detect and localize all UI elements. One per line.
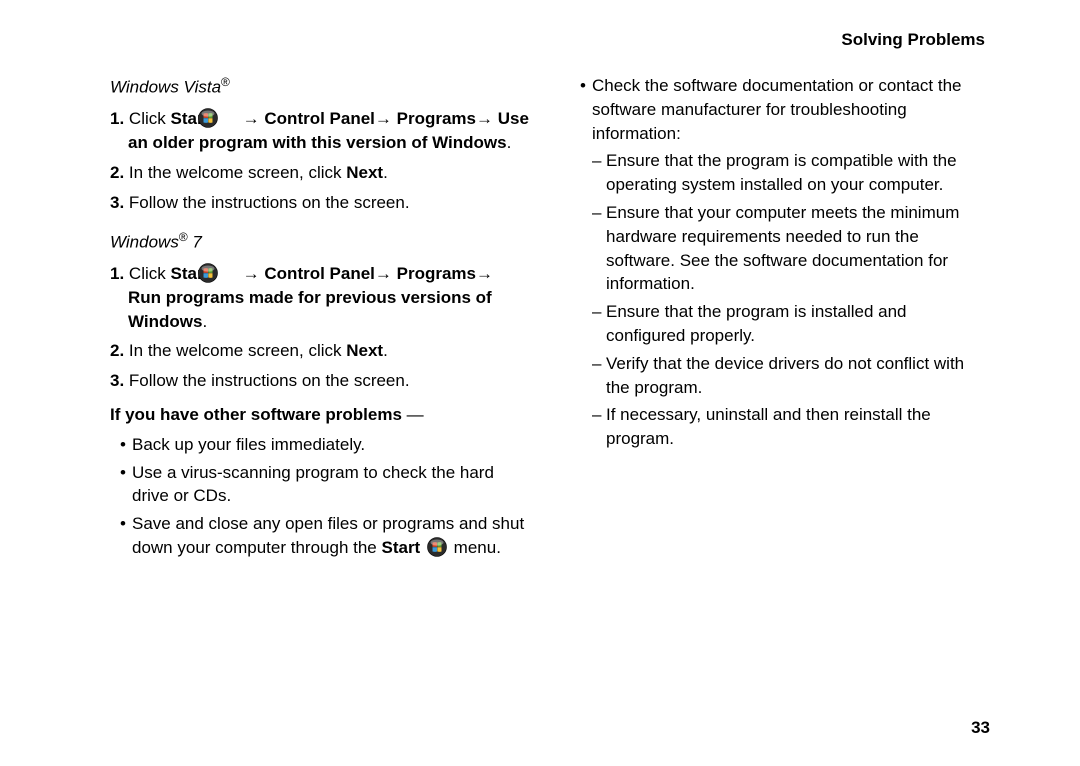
period: . [507, 133, 512, 152]
page-header: Solving Problems [110, 30, 990, 50]
step-number: 1. [110, 109, 124, 128]
vista-step-3: 3. Follow the instructions on the screen… [110, 191, 530, 215]
dash-mark: – [592, 403, 606, 451]
other-dash: — [402, 405, 424, 424]
registered-mark: ® [221, 75, 230, 89]
other-problems-lead: If you have other software problems — [110, 403, 530, 427]
period: . [383, 341, 388, 360]
dash-item: – Verify that the device drivers do not … [570, 352, 990, 400]
step-number: 2. [110, 163, 124, 182]
bullet-dot: • [120, 512, 132, 560]
vista-heading-text: Windows Vista [110, 78, 221, 97]
bullet-item: • Save and close any open files or progr… [110, 512, 530, 560]
dash-item: – Ensure that the program is compatible … [570, 149, 990, 197]
other-lead-text: If you have other software problems [110, 405, 402, 424]
dash-text: Ensure that the program is installed and… [606, 300, 990, 348]
bullet-item: • Check the software documentation or co… [570, 74, 990, 145]
step-number: 3. [110, 371, 124, 390]
dash-text: Verify that the device drivers do not co… [606, 352, 990, 400]
step-number: 1. [110, 264, 124, 283]
step-text: Follow the instructions on the screen. [129, 193, 410, 212]
vista-step-1: 1. Click Start → Control Panel→ Programs… [110, 107, 530, 155]
period: . [383, 163, 388, 182]
step-text: Click [129, 109, 171, 128]
bullet-item: • Use a virus-scanning program to check … [110, 461, 530, 509]
dash-text: Ensure that your computer meets the mini… [606, 201, 990, 296]
bullet-text: Check the software documentation or cont… [592, 74, 990, 145]
dash-mark: – [592, 201, 606, 296]
bullet-text: Back up your files immediately. [132, 433, 530, 457]
win7-step-3: 3. Follow the instructions on the screen… [110, 369, 530, 393]
bullet-text-c: menu. [449, 538, 501, 557]
win7-heading-a: Windows [110, 232, 179, 251]
dash-mark: – [592, 300, 606, 348]
start-orb-icon [216, 263, 236, 283]
left-column: Windows Vista® 1. Click Start → Control … [110, 74, 530, 564]
content-columns: Windows Vista® 1. Click Start → Control … [110, 74, 990, 564]
dash-mark: – [592, 352, 606, 400]
win7-step-1: 1. Click Start → Control Panel→ Programs… [110, 262, 530, 333]
dash-item: – If necessary, uninstall and then reins… [570, 403, 990, 451]
step-text: Click [129, 264, 171, 283]
bullet-text: Use a virus-scanning program to check th… [132, 461, 530, 509]
step-number: 2. [110, 341, 124, 360]
dash-item: – Ensure that your computer meets the mi… [570, 201, 990, 296]
win7-heading: Windows® 7 [110, 229, 530, 254]
start-orb-icon [427, 537, 447, 557]
start-orb-icon [216, 108, 236, 128]
next-bold: Next [346, 341, 383, 360]
dash-mark: – [592, 149, 606, 197]
page-number: 33 [971, 718, 990, 738]
bullet-text: Save and close any open files or program… [132, 512, 530, 560]
period: . [202, 312, 207, 331]
next-bold: Next [346, 163, 383, 182]
vista-heading: Windows Vista® [110, 74, 530, 99]
right-column: • Check the software documentation or co… [570, 74, 990, 564]
win7-heading-b: 7 [188, 232, 202, 251]
dash-text: If necessary, uninstall and then reinsta… [606, 403, 990, 451]
bullet-dot: • [580, 74, 592, 145]
bullet-dot: • [120, 461, 132, 509]
step-number: 3. [110, 193, 124, 212]
start-bold: Start [381, 538, 420, 557]
step-text: In the welcome screen, click [129, 341, 346, 360]
bullet-item: • Back up your files immediately. [110, 433, 530, 457]
registered-mark: ® [179, 230, 188, 244]
win7-step-2: 2. In the welcome screen, click Next. [110, 339, 530, 363]
vista-step-2: 2. In the welcome screen, click Next. [110, 161, 530, 185]
dash-item: – Ensure that the program is installed a… [570, 300, 990, 348]
bullet-dot: • [120, 433, 132, 457]
dash-text: Ensure that the program is compatible wi… [606, 149, 990, 197]
step-text: Follow the instructions on the screen. [129, 371, 410, 390]
step-text: In the welcome screen, click [129, 163, 346, 182]
